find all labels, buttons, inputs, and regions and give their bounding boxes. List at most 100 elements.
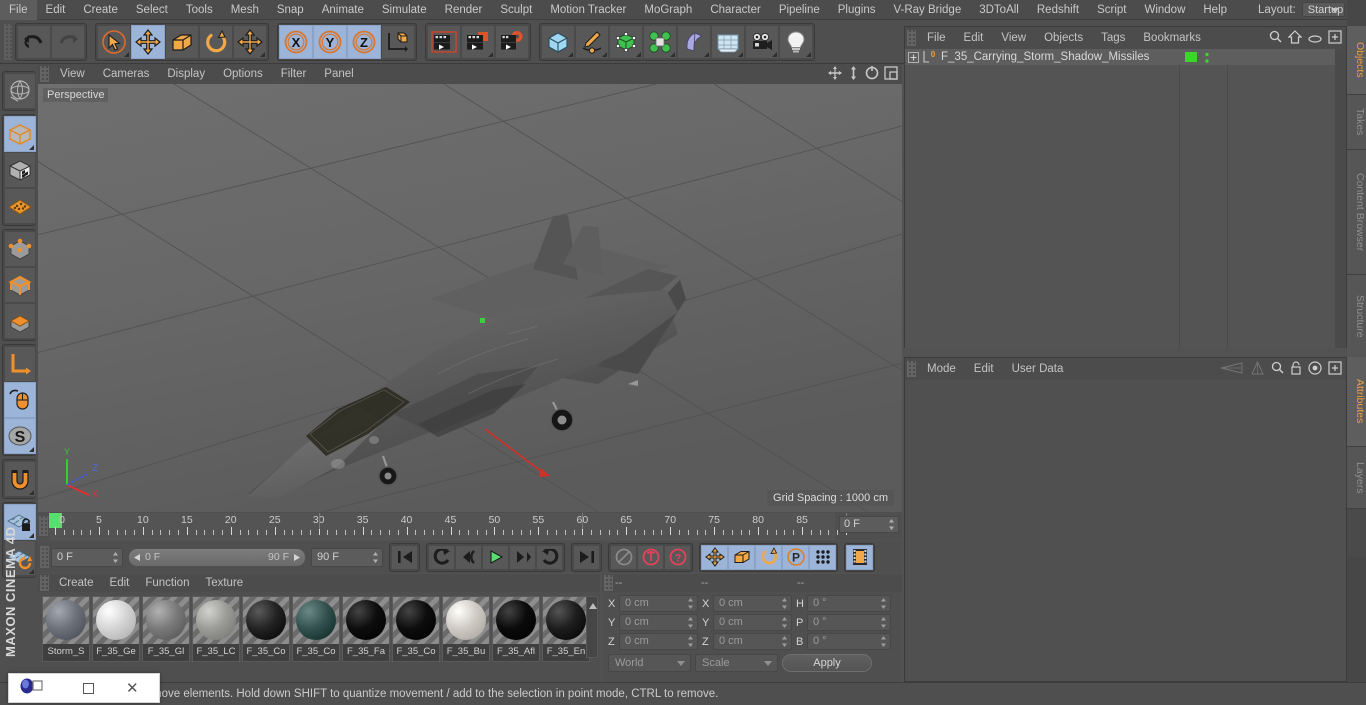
timeline-ruler[interactable]: 051015202530354045505560657075808590 [49, 513, 852, 540]
coordinate-size-input[interactable]: 0 cm [713, 633, 792, 650]
attribute-manager-body[interactable] [905, 380, 1346, 681]
menu-item-select[interactable]: Select [127, 0, 177, 20]
menu-item-plugins[interactable]: Plugins [829, 0, 885, 20]
spinner-icon[interactable] [888, 518, 895, 531]
object-manager-grip-icon[interactable] [907, 30, 916, 46]
material-item[interactable]: F_35_Fa [342, 596, 390, 662]
add-camera-button[interactable] [745, 24, 779, 59]
render-region-button[interactable] [461, 24, 495, 59]
lock-x-axis-button[interactable]: X [279, 24, 313, 59]
menu-item-simulate[interactable]: Simulate [373, 0, 436, 20]
search-icon[interactable] [1271, 361, 1284, 380]
menu-item-help[interactable]: Help [1194, 0, 1236, 20]
transport-end-frame-field[interactable]: 90 F [311, 547, 383, 567]
material-item[interactable]: F_35_LC [192, 596, 240, 662]
transport-grip-icon[interactable] [40, 546, 49, 568]
close-window-icon[interactable]: ✕ [126, 681, 139, 696]
object-menu-view[interactable]: View [992, 27, 1035, 49]
coordinate-size-input[interactable]: 0 cm [713, 595, 792, 612]
menu-item-redshift[interactable]: Redshift [1028, 0, 1088, 20]
menu-item-sculpt[interactable]: Sculpt [491, 0, 541, 20]
live-selection-tool[interactable] [97, 24, 131, 59]
material-item[interactable]: F_35_Afl [492, 596, 540, 662]
record-parameter-button[interactable]: P [782, 544, 809, 570]
timeline-grip-icon[interactable] [39, 516, 48, 536]
rotate-tool[interactable] [199, 24, 233, 59]
eye-icon[interactable] [1308, 31, 1322, 49]
viewport-menu-cameras[interactable]: Cameras [94, 64, 159, 84]
viewport-menu-options[interactable]: Options [214, 64, 272, 84]
menu-item-window[interactable]: Window [1135, 0, 1194, 20]
menu-item-edit[interactable]: Edit [37, 0, 75, 20]
material-item[interactable]: F_35_Co [392, 596, 440, 662]
expand-icon[interactable] [1328, 361, 1342, 380]
right-tab-layers[interactable]: Layers [1347, 447, 1366, 509]
lock-icon[interactable] [1290, 361, 1302, 380]
menu-item-create[interactable]: Create [74, 0, 127, 20]
menu-item-tools[interactable]: Tools [177, 0, 222, 20]
record-scale-button[interactable] [728, 544, 755, 570]
right-tab-content-browser[interactable]: Content Browser [1347, 150, 1366, 275]
enable-snapping-button[interactable]: S [4, 418, 36, 454]
menu-item-mesh[interactable]: Mesh [222, 0, 268, 20]
coordinate-position-input[interactable]: 0 cm [619, 595, 698, 612]
object-tree-row[interactable]: 0 F_35_Carrying_Storm_Shadow_Missiles [905, 49, 1346, 65]
material-item[interactable]: F_35_Gl [142, 596, 190, 662]
material-item[interactable]: F_35_En [542, 596, 590, 662]
record-active-objects-button[interactable] [610, 544, 637, 570]
material-menu-create[interactable]: Create [51, 574, 102, 592]
size-mode-dropdown[interactable]: Scale [695, 654, 778, 672]
object-menu-objects[interactable]: Objects [1035, 27, 1092, 49]
redo-button[interactable] [51, 24, 85, 59]
layout-dropdown[interactable]: Startup [1301, 2, 1345, 17]
attribute-menu-edit[interactable]: Edit [965, 358, 1003, 380]
c4d-app-icon[interactable] [19, 678, 45, 699]
scale-tool[interactable] [165, 24, 199, 59]
coordinates-grip-icon[interactable] [604, 575, 613, 591]
menu-item-mograph[interactable]: MoGraph [635, 0, 701, 20]
add-primitive-cube-button[interactable] [541, 24, 575, 59]
spinner-icon[interactable] [372, 551, 379, 564]
step-forward-button[interactable] [509, 544, 536, 570]
viewport-menu-filter[interactable]: Filter [272, 64, 316, 84]
right-tab-objects[interactable]: Objects [1347, 26, 1366, 95]
maximize-window-icon[interactable] [83, 682, 94, 694]
record-position-button[interactable] [701, 544, 728, 570]
material-item[interactable]: F_35_Ge [92, 596, 140, 662]
menu-item-script[interactable]: Script [1088, 0, 1135, 20]
search-icon[interactable] [1269, 30, 1282, 49]
object-manager-scrollbar[interactable] [1335, 49, 1346, 348]
texture-mode-button[interactable] [4, 152, 36, 188]
attribute-menu-user-data[interactable]: User Data [1003, 358, 1073, 380]
material-menu-texture[interactable]: Texture [197, 574, 251, 592]
undo-view-button[interactable] [4, 73, 36, 109]
coordinate-position-input[interactable]: 0 cm [619, 614, 698, 631]
workplane-mode-button[interactable] [4, 188, 36, 224]
enable-axis-modification-button[interactable] [4, 346, 36, 382]
menu-item-character[interactable]: Character [701, 0, 770, 20]
add-deformer-button[interactable] [677, 24, 711, 59]
object-visibility-tag[interactable] [1185, 52, 1197, 62]
spinner-icon[interactable] [112, 551, 119, 564]
pyramid-icon[interactable] [1250, 360, 1265, 380]
menu-item-snap[interactable]: Snap [268, 0, 313, 20]
menu-item-v-ray-bridge[interactable]: V-Ray Bridge [884, 0, 970, 20]
move-tool[interactable] [131, 24, 165, 59]
play-previous-keyframe-button[interactable] [428, 544, 455, 570]
object-menu-tags[interactable]: Tags [1092, 27, 1134, 49]
record-rotation-button[interactable] [755, 544, 782, 570]
object-menu-file[interactable]: File [918, 27, 955, 49]
material-list[interactable]: Storm_S F_35_Ge F_35_Gl F_35_LC F_35_Co F_35_… [38, 592, 600, 680]
render-view-button[interactable] [427, 24, 461, 59]
material-menu-function[interactable]: Function [137, 574, 197, 592]
attribute-menu-mode[interactable]: Mode [918, 358, 965, 380]
menu-item-3dtoall[interactable]: 3DToAll [970, 0, 1028, 20]
coordinate-rotation-input[interactable]: 0 ° [807, 595, 891, 612]
menu-item-file[interactable]: File [0, 0, 37, 20]
toolbar-grip-icon[interactable] [4, 23, 12, 60]
viewport-solo-button[interactable] [4, 382, 36, 418]
object-dots-icon[interactable] [1203, 51, 1211, 69]
menu-item-render[interactable]: Render [436, 0, 492, 20]
transport-start-frame-field[interactable]: 0 F [51, 547, 123, 567]
viewport-menu-display[interactable]: Display [158, 64, 214, 84]
